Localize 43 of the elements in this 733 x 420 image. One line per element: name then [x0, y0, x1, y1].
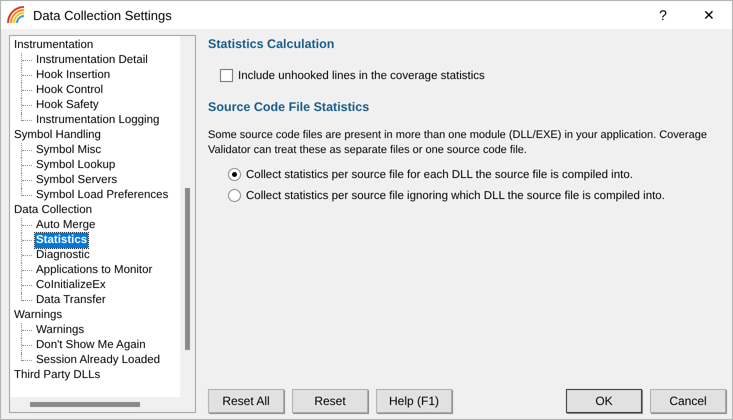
tree-item[interactable]: Instrumentation	[13, 38, 94, 53]
tree-item[interactable]: Warnings	[13, 308, 64, 323]
tree-item[interactable]: Data Collection	[13, 203, 93, 218]
dialog-button[interactable]: Cancel	[650, 389, 726, 413]
section-heading: Source Code File Statistics	[208, 100, 370, 114]
help-button[interactable]: ?	[640, 1, 686, 29]
checkbox[interactable]	[220, 69, 233, 82]
tree-item[interactable]: Auto Merge	[35, 218, 96, 233]
description-text: Some source code files are present in more than one module (DLL/EXE) in your application. Coverage Validator can treat these as separate files or one source code file.	[208, 128, 708, 158]
dialog-button[interactable]: Reset	[292, 389, 368, 413]
tree-item[interactable]: Statistics	[35, 233, 88, 248]
tree-item[interactable]: Symbol Misc	[35, 143, 102, 158]
tree-item[interactable]: Instrumentation Detail	[35, 53, 149, 68]
tree-item[interactable]: Session Already Loaded	[35, 353, 162, 368]
tree-item[interactable]: Instrumentation Logging	[35, 113, 160, 128]
tree-item[interactable]: Applications to Monitor	[35, 263, 154, 278]
radio-label[interactable]: Collect statistics per source file ignoring which DLL the source file is compiled into.	[246, 190, 665, 202]
tree-item[interactable]: Third Party DLLs	[13, 368, 102, 383]
tree-item[interactable]: Data Transfer	[35, 293, 107, 308]
tree-item[interactable]: Don't Show Me Again	[35, 338, 147, 353]
radio-button[interactable]	[228, 189, 241, 202]
dialog-button[interactable]: Help (F1)	[376, 389, 452, 413]
dialog-button[interactable]: OK	[566, 389, 642, 413]
section-heading: Statistics Calculation	[208, 37, 336, 51]
radio-button[interactable]	[228, 168, 241, 181]
app-logo-icon	[7, 6, 25, 24]
scrollbar-thumb[interactable]	[185, 188, 190, 350]
scrollbar-thumb[interactable]	[30, 402, 140, 407]
tree-item[interactable]: Symbol Servers	[35, 173, 118, 188]
tree-item[interactable]: Symbol Handling	[13, 128, 102, 143]
tree-item[interactable]: Symbol Load Preferences	[35, 188, 170, 203]
tree-item[interactable]: Hook Control	[35, 83, 104, 98]
dialog-button[interactable]: Reset All	[208, 389, 284, 413]
close-button[interactable]: ✕	[686, 1, 732, 29]
tree-item[interactable]: Symbol Lookup	[35, 158, 116, 173]
checkbox-label[interactable]: Include unhooked lines in the coverage statistics	[238, 70, 485, 82]
tree-item[interactable]: CoInitializeEx	[35, 278, 107, 293]
tree-item[interactable]: Hook Insertion	[35, 68, 112, 83]
tree-item[interactable]: Warnings	[35, 323, 86, 338]
tree-item[interactable]: Diagnostic	[35, 248, 91, 263]
radio-label[interactable]: Collect statistics per source file for each DLL the source file is compiled into.	[246, 168, 633, 180]
window-title: Data Collection Settings	[33, 8, 172, 22]
tree-item[interactable]: Hook Safety	[35, 98, 100, 113]
